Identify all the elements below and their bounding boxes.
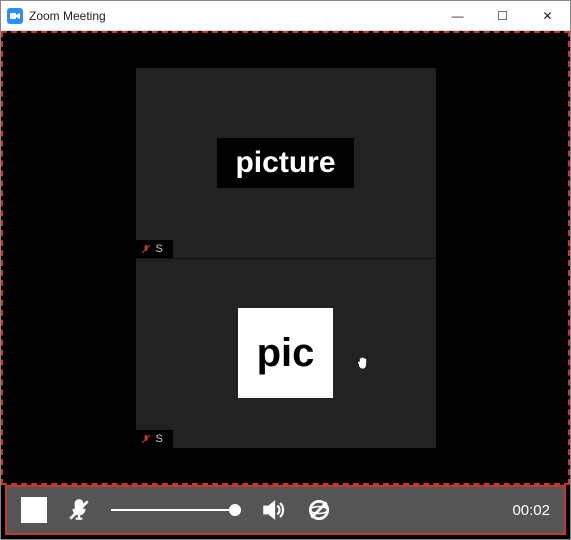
meeting-area: picture S pic S xyxy=(1,31,570,485)
recording-player-bar: 00:02 xyxy=(5,485,566,535)
slider-thumb[interactable] xyxy=(229,504,241,516)
participant-tile[interactable]: pic S xyxy=(136,259,436,449)
participant-tile[interactable]: picture S xyxy=(136,68,436,259)
slider-track xyxy=(111,509,241,511)
participant-name-strip: S xyxy=(136,240,173,258)
participant-avatar: pic xyxy=(238,308,333,398)
stop-button[interactable] xyxy=(21,497,47,523)
zoom-app-icon xyxy=(7,8,23,24)
app-window: Zoom Meeting — ☐ ✕ picture S pic xyxy=(0,0,571,540)
window-controls: — ☐ ✕ xyxy=(435,1,570,30)
participant-name-strip: S xyxy=(136,430,173,448)
participant-name: S xyxy=(156,243,163,255)
close-button[interactable]: ✕ xyxy=(525,1,570,30)
maximize-button[interactable]: ☐ xyxy=(480,1,525,30)
participant-name: S xyxy=(156,433,163,445)
playback-timer: 00:02 xyxy=(512,502,550,519)
raise-hand-icon xyxy=(355,355,371,376)
titlebar: Zoom Meeting — ☐ ✕ xyxy=(1,1,570,31)
window-title: Zoom Meeting xyxy=(29,9,435,23)
muted-mic-icon xyxy=(140,433,152,445)
video-grid: picture S pic S xyxy=(136,68,436,448)
participant-avatar: picture xyxy=(217,138,353,188)
volume-icon[interactable] xyxy=(259,496,287,524)
muted-mic-icon xyxy=(140,243,152,255)
camera-off-icon[interactable] xyxy=(305,496,333,524)
seek-slider[interactable] xyxy=(111,500,241,520)
mic-muted-icon[interactable] xyxy=(65,496,93,524)
minimize-button[interactable]: — xyxy=(435,1,480,30)
